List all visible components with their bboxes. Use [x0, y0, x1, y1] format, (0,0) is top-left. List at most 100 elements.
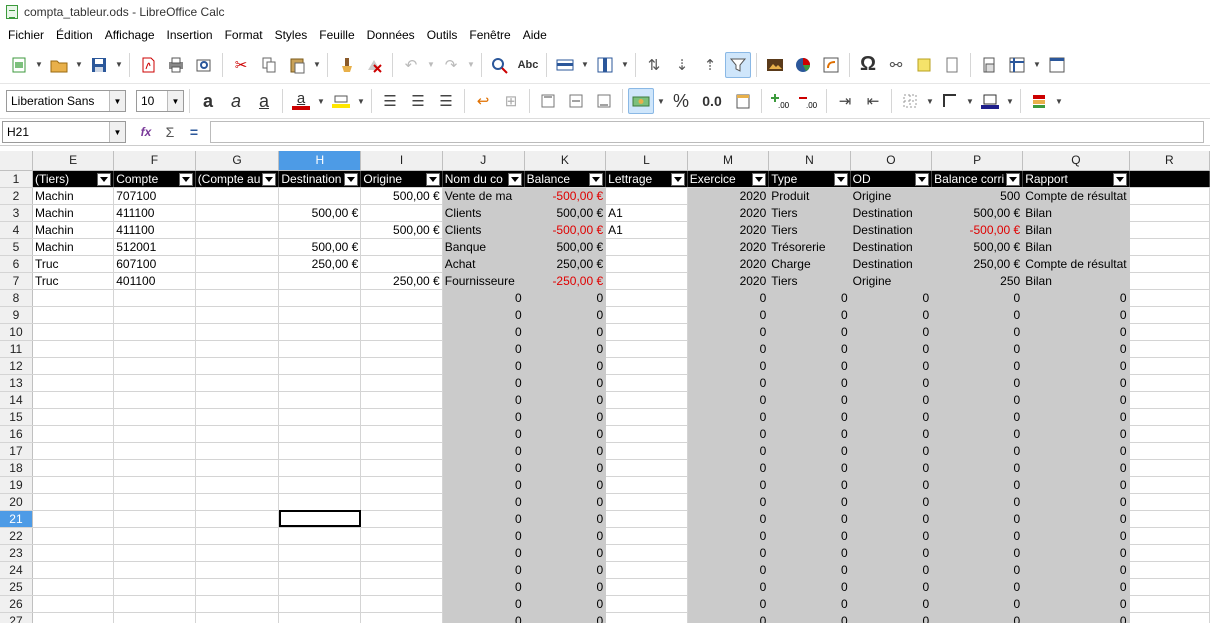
data-cell[interactable]: 401100: [113, 272, 196, 290]
column-header-h[interactable]: H: [278, 151, 362, 171]
clear-formatting-icon[interactable]: [361, 52, 387, 78]
data-cell[interactable]: 0: [442, 425, 525, 443]
menu-edition[interactable]: Édition: [50, 24, 99, 46]
data-cell[interactable]: [195, 561, 280, 579]
data-cell[interactable]: [278, 323, 362, 341]
data-cell[interactable]: [360, 527, 443, 545]
name-box[interactable]: H21 ▼: [2, 121, 126, 143]
data-cell[interactable]: 0: [524, 459, 607, 477]
name-box-dropdown-icon[interactable]: ▼: [109, 122, 125, 142]
pivot-table-icon[interactable]: [818, 52, 844, 78]
data-cell[interactable]: Origine: [850, 187, 933, 205]
align-bottom-icon[interactable]: [591, 88, 617, 114]
data-cell[interactable]: [360, 255, 443, 273]
data-cell[interactable]: [360, 204, 443, 222]
data-cell[interactable]: 0: [768, 544, 851, 562]
data-cell[interactable]: Destination: [850, 238, 933, 256]
data-cell[interactable]: 250,00 €: [278, 255, 362, 273]
row-icon[interactable]: [552, 52, 578, 78]
insert-image-icon[interactable]: [762, 52, 788, 78]
data-cell[interactable]: 0: [931, 561, 1024, 579]
header-cell-e[interactable]: (Tiers): [32, 170, 115, 188]
freeze-rows-columns-icon[interactable]: [1004, 52, 1030, 78]
data-cell[interactable]: 0: [931, 408, 1024, 426]
data-cell[interactable]: [195, 221, 280, 239]
data-cell[interactable]: Tiers: [768, 221, 851, 239]
data-cell[interactable]: 0: [768, 374, 851, 392]
font-color-icon[interactable]: a: [288, 88, 314, 114]
data-cell[interactable]: [605, 510, 688, 528]
column-icon[interactable]: [592, 52, 618, 78]
data-cell[interactable]: 0: [768, 408, 851, 426]
data-cell[interactable]: [605, 357, 688, 375]
autofilter-button-icon[interactable]: [425, 172, 440, 186]
highlight-dropdown-icon[interactable]: ▼: [356, 88, 366, 114]
data-cell[interactable]: Tiers: [768, 204, 851, 222]
data-cell[interactable]: [605, 527, 688, 545]
data-cell[interactable]: [1129, 187, 1210, 205]
data-cell[interactable]: 0: [442, 306, 525, 324]
autofilter-button-icon[interactable]: [752, 172, 767, 186]
data-cell[interactable]: [278, 357, 362, 375]
date-format-icon[interactable]: [730, 88, 756, 114]
autofilter-button-icon[interactable]: [1112, 172, 1127, 186]
menu-feuille[interactable]: Feuille: [313, 24, 360, 46]
autofilter-button-icon[interactable]: [833, 172, 848, 186]
data-cell[interactable]: [1129, 374, 1210, 392]
header-cell-k[interactable]: Balance: [524, 170, 607, 188]
data-cell[interactable]: [278, 425, 362, 443]
redo-icon[interactable]: ↷: [438, 52, 464, 78]
data-cell[interactable]: 500,00 €: [524, 238, 607, 256]
insert-chart-icon[interactable]: [790, 52, 816, 78]
data-cell[interactable]: 0: [931, 612, 1024, 623]
data-cell[interactable]: 411100: [113, 204, 196, 222]
currency-dropdown-icon[interactable]: ▼: [656, 88, 666, 114]
data-cell[interactable]: [195, 510, 280, 528]
row-header[interactable]: 5: [0, 238, 33, 256]
data-cell[interactable]: 500,00 €: [524, 204, 607, 222]
row-header[interactable]: 4: [0, 221, 33, 239]
data-cell[interactable]: [605, 459, 688, 477]
data-cell[interactable]: Machin: [32, 221, 115, 239]
data-cell[interactable]: 0: [768, 561, 851, 579]
data-cell[interactable]: [605, 544, 688, 562]
data-cell[interactable]: [278, 442, 362, 460]
data-cell[interactable]: 0: [850, 442, 933, 460]
row-header[interactable]: 21: [0, 510, 33, 528]
data-cell[interactable]: [32, 442, 115, 460]
data-cell[interactable]: 500: [931, 187, 1024, 205]
data-cell[interactable]: [195, 595, 280, 613]
font-size-box[interactable]: 10 ▼: [136, 90, 184, 112]
data-cell[interactable]: [605, 425, 688, 443]
menu-outils[interactable]: Outils: [421, 24, 464, 46]
autofilter-button-icon[interactable]: [915, 172, 930, 186]
spelling-icon[interactable]: Abc: [515, 52, 541, 78]
data-cell[interactable]: 0: [524, 340, 607, 358]
data-cell[interactable]: 0: [524, 442, 607, 460]
data-cell[interactable]: 0: [687, 476, 770, 494]
data-cell[interactable]: [32, 357, 115, 375]
sort-descending-icon[interactable]: ⇡: [697, 52, 723, 78]
add-decimal-icon[interactable]: .00: [767, 88, 793, 114]
function-wizard-icon[interactable]: fx: [134, 121, 158, 143]
row-header[interactable]: 1: [0, 170, 33, 188]
data-cell[interactable]: [1129, 527, 1210, 545]
conditional-format-dropdown-icon[interactable]: ▼: [1054, 88, 1064, 114]
data-cell[interactable]: 0: [768, 289, 851, 307]
borders-dropdown-icon[interactable]: ▼: [925, 88, 935, 114]
data-cell[interactable]: Clients: [442, 221, 525, 239]
column-header-q[interactable]: Q: [1022, 151, 1130, 171]
data-cell[interactable]: 0: [768, 442, 851, 460]
data-cell[interactable]: [195, 476, 280, 494]
data-cell[interactable]: 0: [442, 578, 525, 596]
data-cell[interactable]: 0: [850, 595, 933, 613]
row-header[interactable]: 24: [0, 561, 33, 579]
data-cell[interactable]: 0: [931, 374, 1024, 392]
data-cell[interactable]: 0: [1022, 306, 1130, 324]
data-cell[interactable]: 0: [687, 340, 770, 358]
data-cell[interactable]: [360, 340, 443, 358]
data-cell[interactable]: [360, 459, 443, 477]
data-cell[interactable]: Fournisseure: [442, 272, 525, 290]
data-cell[interactable]: A1: [605, 204, 688, 222]
data-cell[interactable]: Charge: [768, 255, 851, 273]
